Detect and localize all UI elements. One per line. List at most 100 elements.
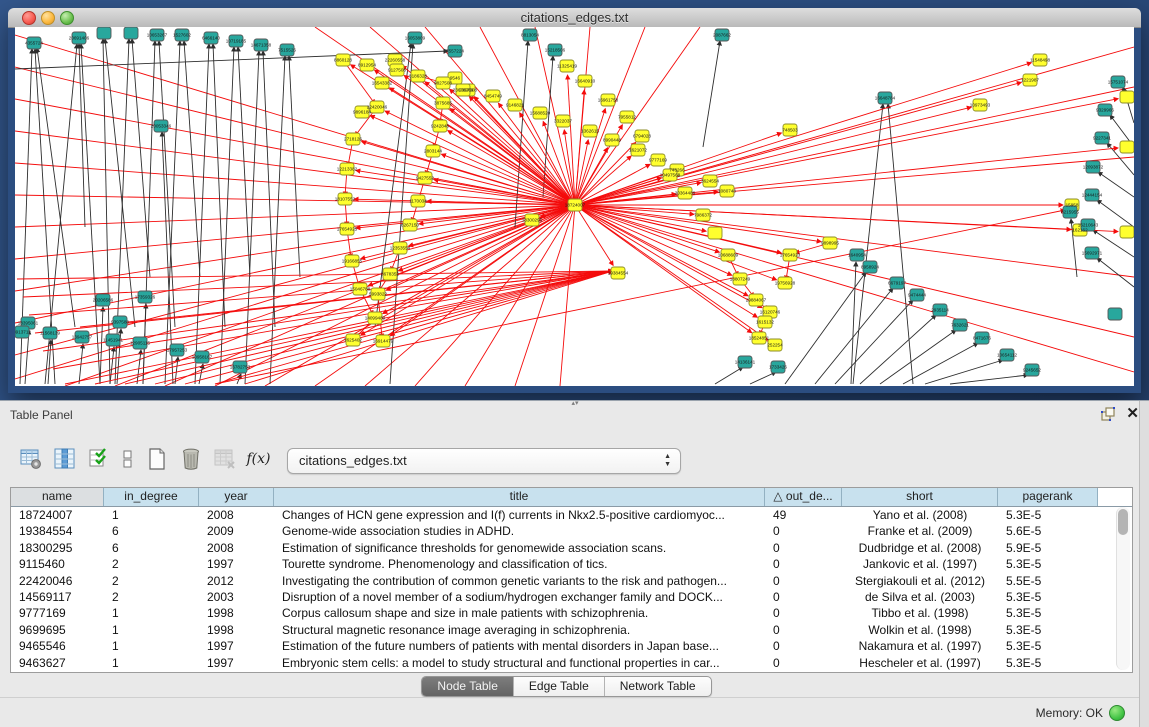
table-cell[interactable]: Nakamura et al. (1997) [842, 638, 998, 654]
table-vertical-scrollbar[interactable] [1116, 507, 1130, 670]
network-edge[interactable] [159, 41, 175, 327]
network-edge[interactable] [860, 315, 936, 384]
network-node[interactable] [1108, 308, 1122, 320]
table-cell[interactable]: Stergiakouli et al. (2012) [842, 573, 998, 589]
table-cell[interactable]: Investigating the contribution of common… [274, 573, 765, 589]
import-table-icon-disabled[interactable] [212, 447, 237, 472]
network-edge[interactable] [575, 205, 777, 280]
table-cell[interactable]: Estimation of significance thresholds fo… [274, 540, 765, 556]
table-cell[interactable]: 5.3E-5 [998, 638, 1098, 654]
table-settings-icon[interactable] [18, 447, 43, 472]
table-cell[interactable]: 5.9E-5 [998, 540, 1098, 556]
table-cell[interactable]: Yano et al. (2008) [842, 507, 998, 523]
table-cell[interactable]: 1 [104, 622, 199, 638]
network-edge[interactable] [103, 39, 110, 384]
network-edge[interactable] [1097, 200, 1134, 227]
column-header-name[interactable]: name [11, 488, 104, 506]
table-cell[interactable]: 1997 [199, 655, 274, 671]
memory-status-indicator[interactable] [1109, 705, 1125, 721]
network-edge[interactable] [575, 27, 700, 205]
row-selection-icon[interactable] [86, 447, 111, 472]
network-edge[interactable] [1098, 172, 1134, 197]
table-cell[interactable]: Franke et al. (2009) [842, 523, 998, 539]
table-cell[interactable]: Corpus callosum shape and size in male p… [274, 605, 765, 621]
table-cell[interactable]: 6 [104, 540, 199, 556]
column-header-pagerank[interactable]: pagerank [998, 488, 1098, 506]
table-cell[interactable]: 5.3E-5 [998, 507, 1098, 523]
float-panel-icon[interactable] [1100, 406, 1116, 422]
network-edge[interactable] [195, 44, 209, 384]
table-cell[interactable]: 2008 [199, 540, 274, 556]
network-edge[interactable] [575, 205, 1118, 232]
table-cell[interactable]: 9115460 [11, 556, 104, 572]
table-cell[interactable]: Disruption of a novel member of a sodium… [274, 589, 765, 605]
network-edge[interactable] [515, 205, 575, 386]
panel-splitter-handle[interactable]: ▴▾ [567, 400, 583, 408]
table-cell[interactable]: 5.3E-5 [998, 622, 1098, 638]
table-row[interactable]: 977716911998Corpus callosum shape and si… [11, 605, 1132, 621]
network-edge[interactable] [213, 44, 225, 327]
table-cell[interactable]: 14569117 [11, 589, 104, 605]
table-cell[interactable]: 1998 [199, 622, 274, 638]
network-edge[interactable] [703, 41, 720, 147]
network-edge[interactable] [560, 205, 575, 386]
table-cell[interactable]: 1997 [199, 556, 274, 572]
network-graph[interactable]: 1872400719384554886012889129542226055891… [15, 27, 1134, 386]
network-edge[interactable] [925, 360, 1003, 384]
table-cell[interactable]: 0 [765, 589, 842, 605]
table-cell[interactable]: 9463627 [11, 655, 104, 671]
table-cell[interactable]: 2 [104, 573, 199, 589]
table-cell[interactable]: Estimation of the future numbers of pati… [274, 638, 765, 654]
scrollbar-thumb[interactable] [1118, 509, 1128, 535]
network-edge[interactable] [575, 90, 584, 205]
network-edge[interactable] [289, 56, 300, 277]
table-cell[interactable]: 2012 [199, 573, 274, 589]
function-builder-icon[interactable]: f(x) [246, 447, 271, 472]
network-node[interactable] [97, 27, 111, 39]
network-edge[interactable] [568, 75, 575, 205]
table-cell[interactable]: 18300295 [11, 540, 104, 556]
table-cell[interactable]: 22420046 [11, 573, 104, 589]
network-edge[interactable] [15, 195, 575, 205]
network-edge[interactable] [137, 350, 141, 384]
table-cell[interactable]: 49 [765, 507, 842, 523]
table-cell[interactable]: Genome-wide association studies in ADHD. [274, 523, 765, 539]
table-cell[interactable]: 0 [765, 556, 842, 572]
table-cell[interactable]: 5.3E-5 [998, 589, 1098, 605]
table-cell[interactable]: 5.3E-5 [998, 556, 1098, 572]
table-cell[interactable]: 2003 [199, 589, 274, 605]
table-row[interactable]: 969969511998Structural magnetic resonanc… [11, 622, 1132, 638]
table-row[interactable]: 911546021997Tourette syndrome. Phenomeno… [11, 556, 1132, 572]
table-row[interactable]: 1456911722003Disruption of a novel membe… [11, 589, 1132, 605]
network-edge[interactable] [115, 39, 129, 384]
network-edge[interactable] [575, 205, 781, 253]
table-cell[interactable]: de Silva et al. (2003) [842, 589, 998, 605]
table-cell[interactable]: 19384554 [11, 523, 104, 539]
network-edge[interactable] [15, 205, 575, 227]
tab-node-table[interactable]: Node Table [422, 677, 514, 696]
table-row[interactable]: 1872400712008Changes of HCN gene express… [11, 507, 1132, 523]
table-cell[interactable]: 9465546 [11, 638, 104, 654]
table-cell[interactable]: Tibbo et al. (1998) [842, 605, 998, 621]
network-edge[interactable] [785, 272, 866, 384]
tab-network-table[interactable]: Network Table [605, 677, 711, 696]
network-edge[interactable] [575, 205, 1134, 277]
network-edge[interactable] [575, 205, 613, 265]
network-edge[interactable] [903, 343, 978, 384]
tab-edge-table[interactable]: Edge Table [514, 677, 605, 696]
table-cell[interactable]: 1997 [199, 638, 274, 654]
network-edge[interactable] [65, 271, 613, 384]
table-cell[interactable]: Dudbridge et al. (2008) [842, 540, 998, 556]
table-cell[interactable]: 5.5E-5 [998, 573, 1098, 589]
table-cell[interactable]: 5.3E-5 [998, 655, 1098, 671]
table-cell[interactable]: 1998 [199, 605, 274, 621]
table-cell[interactable]: 0 [765, 523, 842, 539]
column-header-short[interactable]: short [842, 488, 998, 506]
table-cell[interactable]: 18724007 [11, 507, 104, 523]
network-edge[interactable] [441, 154, 575, 205]
column-header-title[interactable]: title [274, 488, 765, 506]
table-cell[interactable]: 5.3E-5 [998, 605, 1098, 621]
network-node[interactable] [708, 227, 722, 239]
close-panel-icon[interactable]: ✕ [1126, 404, 1139, 422]
table-cell[interactable]: 5.6E-5 [998, 523, 1098, 539]
